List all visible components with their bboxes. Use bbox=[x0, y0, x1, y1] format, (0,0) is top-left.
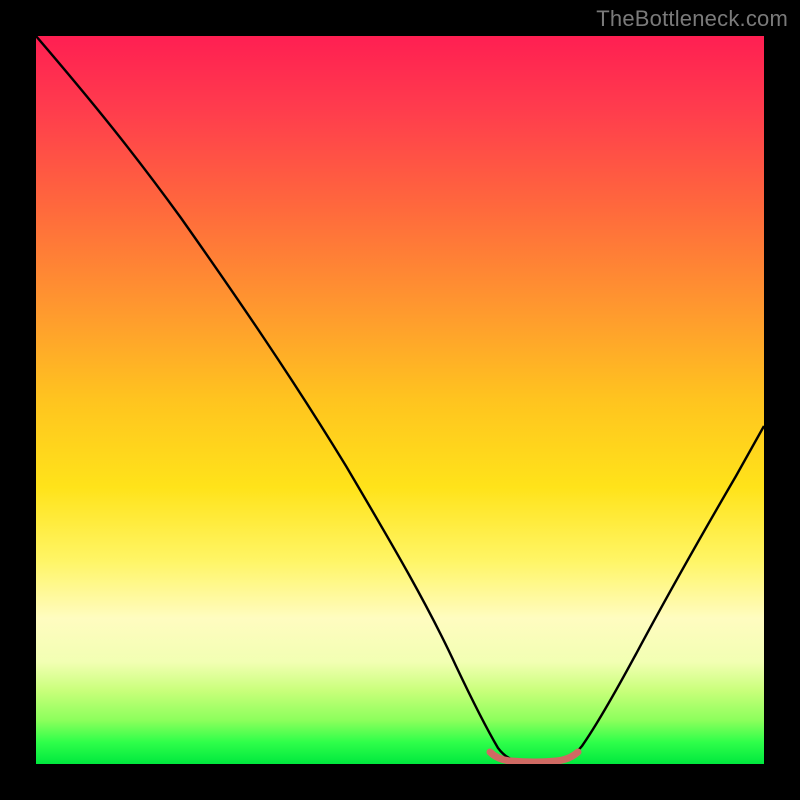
watermark-text: TheBottleneck.com bbox=[596, 6, 788, 32]
curve-layer bbox=[36, 36, 764, 764]
bottleneck-curve bbox=[36, 36, 764, 762]
chart-frame: TheBottleneck.com bbox=[0, 0, 800, 800]
plot-area bbox=[36, 36, 764, 764]
